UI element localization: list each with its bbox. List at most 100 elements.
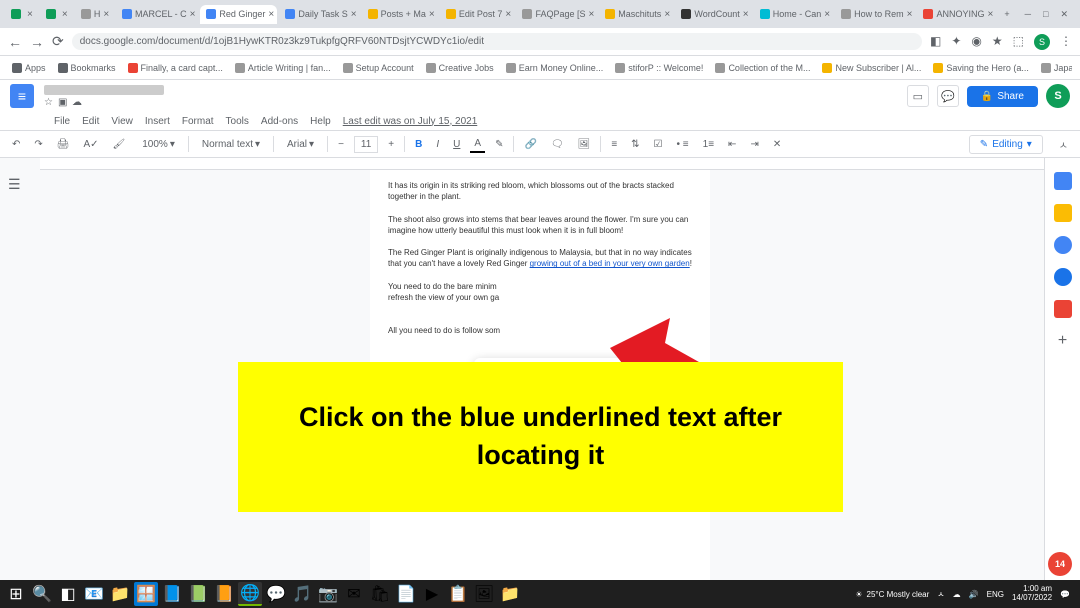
bullet-list-button[interactable]: • ≡ bbox=[673, 137, 693, 152]
paragraph[interactable]: It has its origin in its striking red bl… bbox=[388, 180, 692, 202]
menu-item[interactable]: Edit bbox=[82, 116, 99, 127]
extension-icon[interactable]: ⬚ bbox=[1013, 34, 1024, 50]
menu-icon[interactable]: ⋮ bbox=[1060, 34, 1072, 50]
comment-icon[interactable]: 💬 bbox=[937, 85, 959, 107]
paragraph[interactable]: The Red Ginger Plant is originally indig… bbox=[388, 247, 692, 269]
collapse-button[interactable]: ㅅ bbox=[1055, 135, 1072, 154]
comment-button[interactable]: 🗨 bbox=[547, 137, 568, 152]
last-edit-link[interactable]: Last edit was on July 15, 2021 bbox=[343, 116, 478, 127]
underline-button[interactable]: U bbox=[449, 137, 464, 152]
back-button[interactable]: ← bbox=[8, 34, 22, 50]
bookmark-item[interactable]: Creative Jobs bbox=[422, 61, 498, 75]
style-select[interactable]: Normal text ▾ bbox=[195, 136, 267, 153]
taskbar-app[interactable]: 📁 bbox=[108, 582, 132, 606]
taskbar-app[interactable]: 📙 bbox=[212, 582, 236, 606]
move-icon[interactable]: ▣ bbox=[58, 97, 68, 107]
extension-icon[interactable]: ◉ bbox=[971, 34, 981, 50]
maximize-icon[interactable]: □ bbox=[1043, 9, 1048, 20]
notifications-button[interactable]: 💬 bbox=[1060, 590, 1070, 599]
extension-icon[interactable]: ★ bbox=[992, 34, 1003, 50]
outline-icon[interactable]: ☰ bbox=[8, 176, 26, 194]
browser-tab[interactable]: WordCount× bbox=[675, 5, 751, 24]
avatar[interactable]: S bbox=[1046, 84, 1070, 108]
spellcheck-button[interactable]: A✓ bbox=[79, 137, 102, 152]
font-size-input[interactable]: 11 bbox=[354, 136, 378, 153]
close-icon[interactable]: ✕ bbox=[1060, 9, 1068, 20]
url-input[interactable]: docs.google.com/document/d/1ojB1HywKTR0z… bbox=[72, 33, 922, 50]
checklist-button[interactable]: ☑ bbox=[650, 137, 667, 152]
browser-tab[interactable]: Edit Post 7× bbox=[440, 5, 515, 24]
forward-button[interactable]: → bbox=[30, 34, 44, 50]
tray-icon[interactable]: ㅅ bbox=[937, 589, 944, 600]
paint-format-button[interactable]: 🖌 bbox=[109, 137, 130, 152]
task-view-button[interactable]: ◧ bbox=[56, 582, 80, 606]
taskbar-app[interactable]: ✉ bbox=[342, 582, 366, 606]
bookmark-item[interactable]: Saving the Hero (a... bbox=[929, 61, 1033, 75]
zoom-select[interactable]: 100% ▾ bbox=[135, 136, 182, 153]
browser-tab[interactable]: Daily Task S× bbox=[279, 5, 359, 24]
increase-font-button[interactable]: + bbox=[384, 137, 398, 152]
taskbar-app[interactable]: 📷 bbox=[316, 582, 340, 606]
browser-tab[interactable]: Maschituts× bbox=[599, 5, 673, 24]
browser-tab[interactable]: MARCEL - C× bbox=[116, 5, 198, 24]
browser-tab[interactable]: × bbox=[5, 5, 38, 24]
lang-indicator[interactable]: ENG bbox=[987, 590, 1004, 599]
menu-item[interactable]: Tools bbox=[226, 116, 249, 127]
clear-format-button[interactable]: ✕ bbox=[769, 137, 785, 152]
decrease-font-button[interactable]: − bbox=[334, 137, 348, 152]
tray-icon[interactable]: ☁ bbox=[953, 590, 961, 599]
paragraph[interactable]: The shoot also grows into stems that bea… bbox=[388, 214, 692, 236]
browser-tab[interactable]: How to Rem× bbox=[835, 5, 915, 24]
taskbar-app[interactable]: 📋 bbox=[446, 582, 470, 606]
add-icon[interactable]: + bbox=[1058, 332, 1067, 350]
font-select[interactable]: Arial ▾ bbox=[280, 136, 321, 153]
bookmark-item[interactable]: Bookmarks bbox=[54, 61, 120, 75]
tray-icon[interactable]: 🔊 bbox=[969, 590, 979, 599]
menu-item[interactable]: View bbox=[111, 116, 133, 127]
minimize-icon[interactable]: ─ bbox=[1025, 9, 1031, 20]
text-color-button[interactable]: A bbox=[470, 136, 485, 153]
taskbar-app[interactable]: 🖼 bbox=[472, 582, 496, 606]
browser-tab[interactable]: ANNOYING× bbox=[917, 5, 996, 24]
meet-icon[interactable]: ▭ bbox=[907, 85, 929, 107]
link-button[interactable]: 🔗 bbox=[520, 137, 540, 152]
align-left-button[interactable]: ≡ bbox=[607, 137, 621, 152]
taskbar-app[interactable]: 📘 bbox=[160, 582, 184, 606]
line-spacing-button[interactable]: ⇅ bbox=[627, 137, 643, 152]
taskbar-app[interactable]: 📧 bbox=[82, 582, 106, 606]
document-title[interactable] bbox=[44, 85, 164, 95]
contacts-icon[interactable] bbox=[1054, 268, 1072, 286]
notification-badge[interactable]: 14 bbox=[1048, 552, 1072, 576]
bookmark-item[interactable]: Setup Account bbox=[339, 61, 418, 75]
browser-tab[interactable]: Red Ginger× bbox=[200, 5, 277, 24]
extension-icon[interactable]: ✦ bbox=[951, 34, 961, 50]
browser-tab[interactable]: Posts + Ma× bbox=[362, 5, 438, 24]
taskbar-app[interactable]: ▶ bbox=[420, 582, 444, 606]
menu-item[interactable]: File bbox=[54, 116, 70, 127]
search-button[interactable]: 🔍 bbox=[30, 582, 54, 606]
maps-icon[interactable] bbox=[1054, 300, 1072, 318]
menu-item[interactable]: Format bbox=[182, 116, 214, 127]
bookmark-item[interactable]: Apps bbox=[8, 61, 50, 75]
extension-icon[interactable]: ◧ bbox=[930, 34, 941, 50]
mode-select[interactable]: ✎ Editing ▾ bbox=[969, 135, 1043, 154]
bold-button[interactable]: B bbox=[411, 137, 426, 152]
bookmark-item[interactable]: New Subscriber | Al... bbox=[818, 61, 925, 75]
docs-logo-icon[interactable]: ≡ bbox=[10, 84, 34, 108]
star-icon[interactable]: ☆ bbox=[44, 97, 54, 107]
start-button[interactable]: ⊞ bbox=[4, 582, 28, 606]
cloud-icon[interactable]: ☁ bbox=[72, 97, 82, 107]
bookmark-item[interactable]: Earn Money Online... bbox=[502, 61, 608, 75]
menu-item[interactable]: Help bbox=[310, 116, 331, 127]
tasks-icon[interactable] bbox=[1054, 236, 1072, 254]
share-button[interactable]: 🔒 Share bbox=[967, 86, 1038, 107]
browser-tab[interactable]: × bbox=[40, 5, 73, 24]
browser-tab[interactable]: H× bbox=[75, 5, 114, 24]
taskbar-app[interactable]: 🌐 bbox=[238, 582, 262, 606]
taskbar-app[interactable]: 🎵 bbox=[290, 582, 314, 606]
profile-icon[interactable]: S bbox=[1034, 34, 1050, 50]
taskbar-app[interactable]: 🪟 bbox=[134, 582, 158, 606]
ruler[interactable] bbox=[40, 158, 1080, 170]
browser-tab[interactable]: Home - Can× bbox=[754, 5, 833, 24]
taskbar-app[interactable]: 🛍 bbox=[368, 582, 392, 606]
